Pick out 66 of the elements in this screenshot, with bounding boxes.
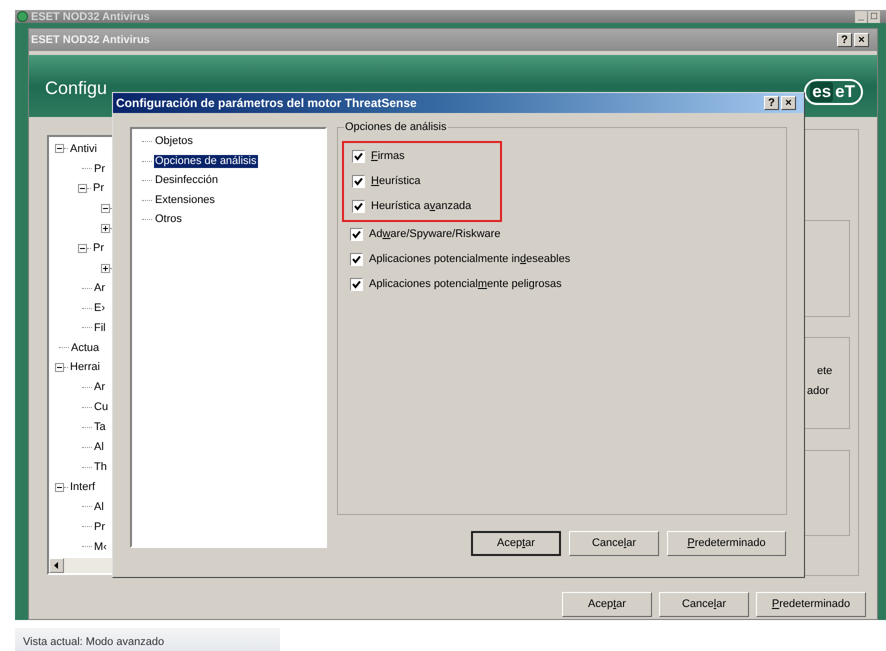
title-bar-button[interactable]: ?	[837, 33, 852, 47]
tree-item[interactable]: Pr	[94, 518, 105, 536]
nav-item[interactable]: Extensiones	[154, 194, 216, 207]
collapse-icon[interactable]	[101, 204, 110, 214]
tree-item[interactable]: Th	[94, 458, 107, 476]
tree-item[interactable]: Antivi	[70, 140, 97, 158]
checkbox[interactable]	[350, 253, 363, 266]
nav-item[interactable]: Desinfección	[154, 174, 219, 188]
collapse-icon[interactable]	[55, 482, 64, 492]
tree-item[interactable]: Ar	[94, 280, 105, 296]
collapse-icon[interactable]	[78, 184, 87, 194]
tree-item[interactable]: Al	[94, 498, 104, 516]
tree-item[interactable]: Ar	[94, 379, 105, 396]
collapse-icon[interactable]	[55, 144, 64, 154]
tree-item[interactable]: Fil	[94, 320, 106, 336]
tree-item[interactable]: Ta	[94, 419, 106, 436]
tree-item[interactable]: Pr	[94, 160, 105, 178]
dialog-button[interactable]: Predeterminado	[756, 592, 866, 617]
window-control-button[interactable]: □	[868, 10, 880, 22]
tree-item[interactable]: Pr	[93, 240, 104, 257]
checkbox-label[interactable]: Firmas	[371, 148, 405, 165]
checkbox[interactable]	[350, 228, 363, 241]
dialog-button[interactable]: Aceptar	[562, 592, 652, 617]
nav-item[interactable]: Opciones de análisis	[154, 154, 258, 168]
checkbox[interactable]	[350, 278, 363, 291]
tree-item[interactable]: E›	[94, 300, 105, 316]
checkbox-label[interactable]: Adware/Spyware/Riskware	[369, 226, 500, 243]
window-control-button[interactable]: _	[855, 10, 867, 22]
collapse-icon[interactable]	[55, 363, 64, 372]
group-legend: Opciones de análisis	[344, 121, 448, 134]
tree-item[interactable]: M‹	[94, 538, 107, 555]
dialog-title: Configuración de parámetros del motor ThreatSense	[116, 95, 417, 112]
checkbox-label[interactable]: Heurística avanzada	[371, 198, 472, 215]
window-title: ESET NOD32 Antivirus	[31, 10, 150, 22]
nav-item[interactable]: Objetos	[154, 135, 194, 148]
nav-item[interactable]: Otros	[154, 213, 183, 226]
page-title: Configu	[45, 77, 108, 99]
dialog-button[interactable]: Predeterminado	[667, 531, 786, 556]
tree-item[interactable]: Al	[94, 439, 104, 456]
tree-item[interactable]: Cu	[94, 399, 108, 416]
title-bar-button[interactable]: ×	[781, 96, 796, 110]
title-bar-button[interactable]: ×	[854, 33, 869, 47]
tree-item[interactable]: Actua	[71, 340, 100, 356]
dialog-button[interactable]: Cancelar	[569, 531, 659, 556]
tree-item[interactable]: Pr	[93, 180, 104, 197]
checkbox-label[interactable]: Aplicaciones potencialmente peligrosas	[369, 276, 562, 293]
checkbox-label[interactable]: Aplicaciones potencialmente indeseables	[369, 251, 570, 268]
logo: es eT	[804, 79, 863, 105]
dialog-button[interactable]: Cancelar	[659, 592, 749, 617]
status-text: Vista actual: Modo avanzado	[23, 635, 164, 650]
checkbox[interactable]	[352, 150, 365, 163]
checkbox[interactable]	[352, 200, 365, 213]
checkbox-label[interactable]: Heurística	[371, 173, 421, 190]
window-title: ESET NOD32 Antivirus	[31, 32, 150, 48]
tree-item[interactable]: Herrai	[70, 359, 100, 376]
title-bar-button[interactable]: ?	[764, 96, 779, 110]
dialog-button[interactable]: Aceptar	[471, 531, 561, 556]
tree-item[interactable]: Interf	[70, 478, 96, 496]
scroll-left-icon[interactable]	[49, 558, 64, 573]
app-icon	[17, 11, 28, 22]
option-label: ador	[807, 384, 830, 398]
checkbox[interactable]	[352, 175, 365, 188]
expand-icon[interactable]	[101, 264, 110, 273]
option-label: ete	[817, 364, 832, 378]
expand-icon[interactable]	[101, 224, 110, 233]
collapse-icon[interactable]	[78, 244, 87, 253]
